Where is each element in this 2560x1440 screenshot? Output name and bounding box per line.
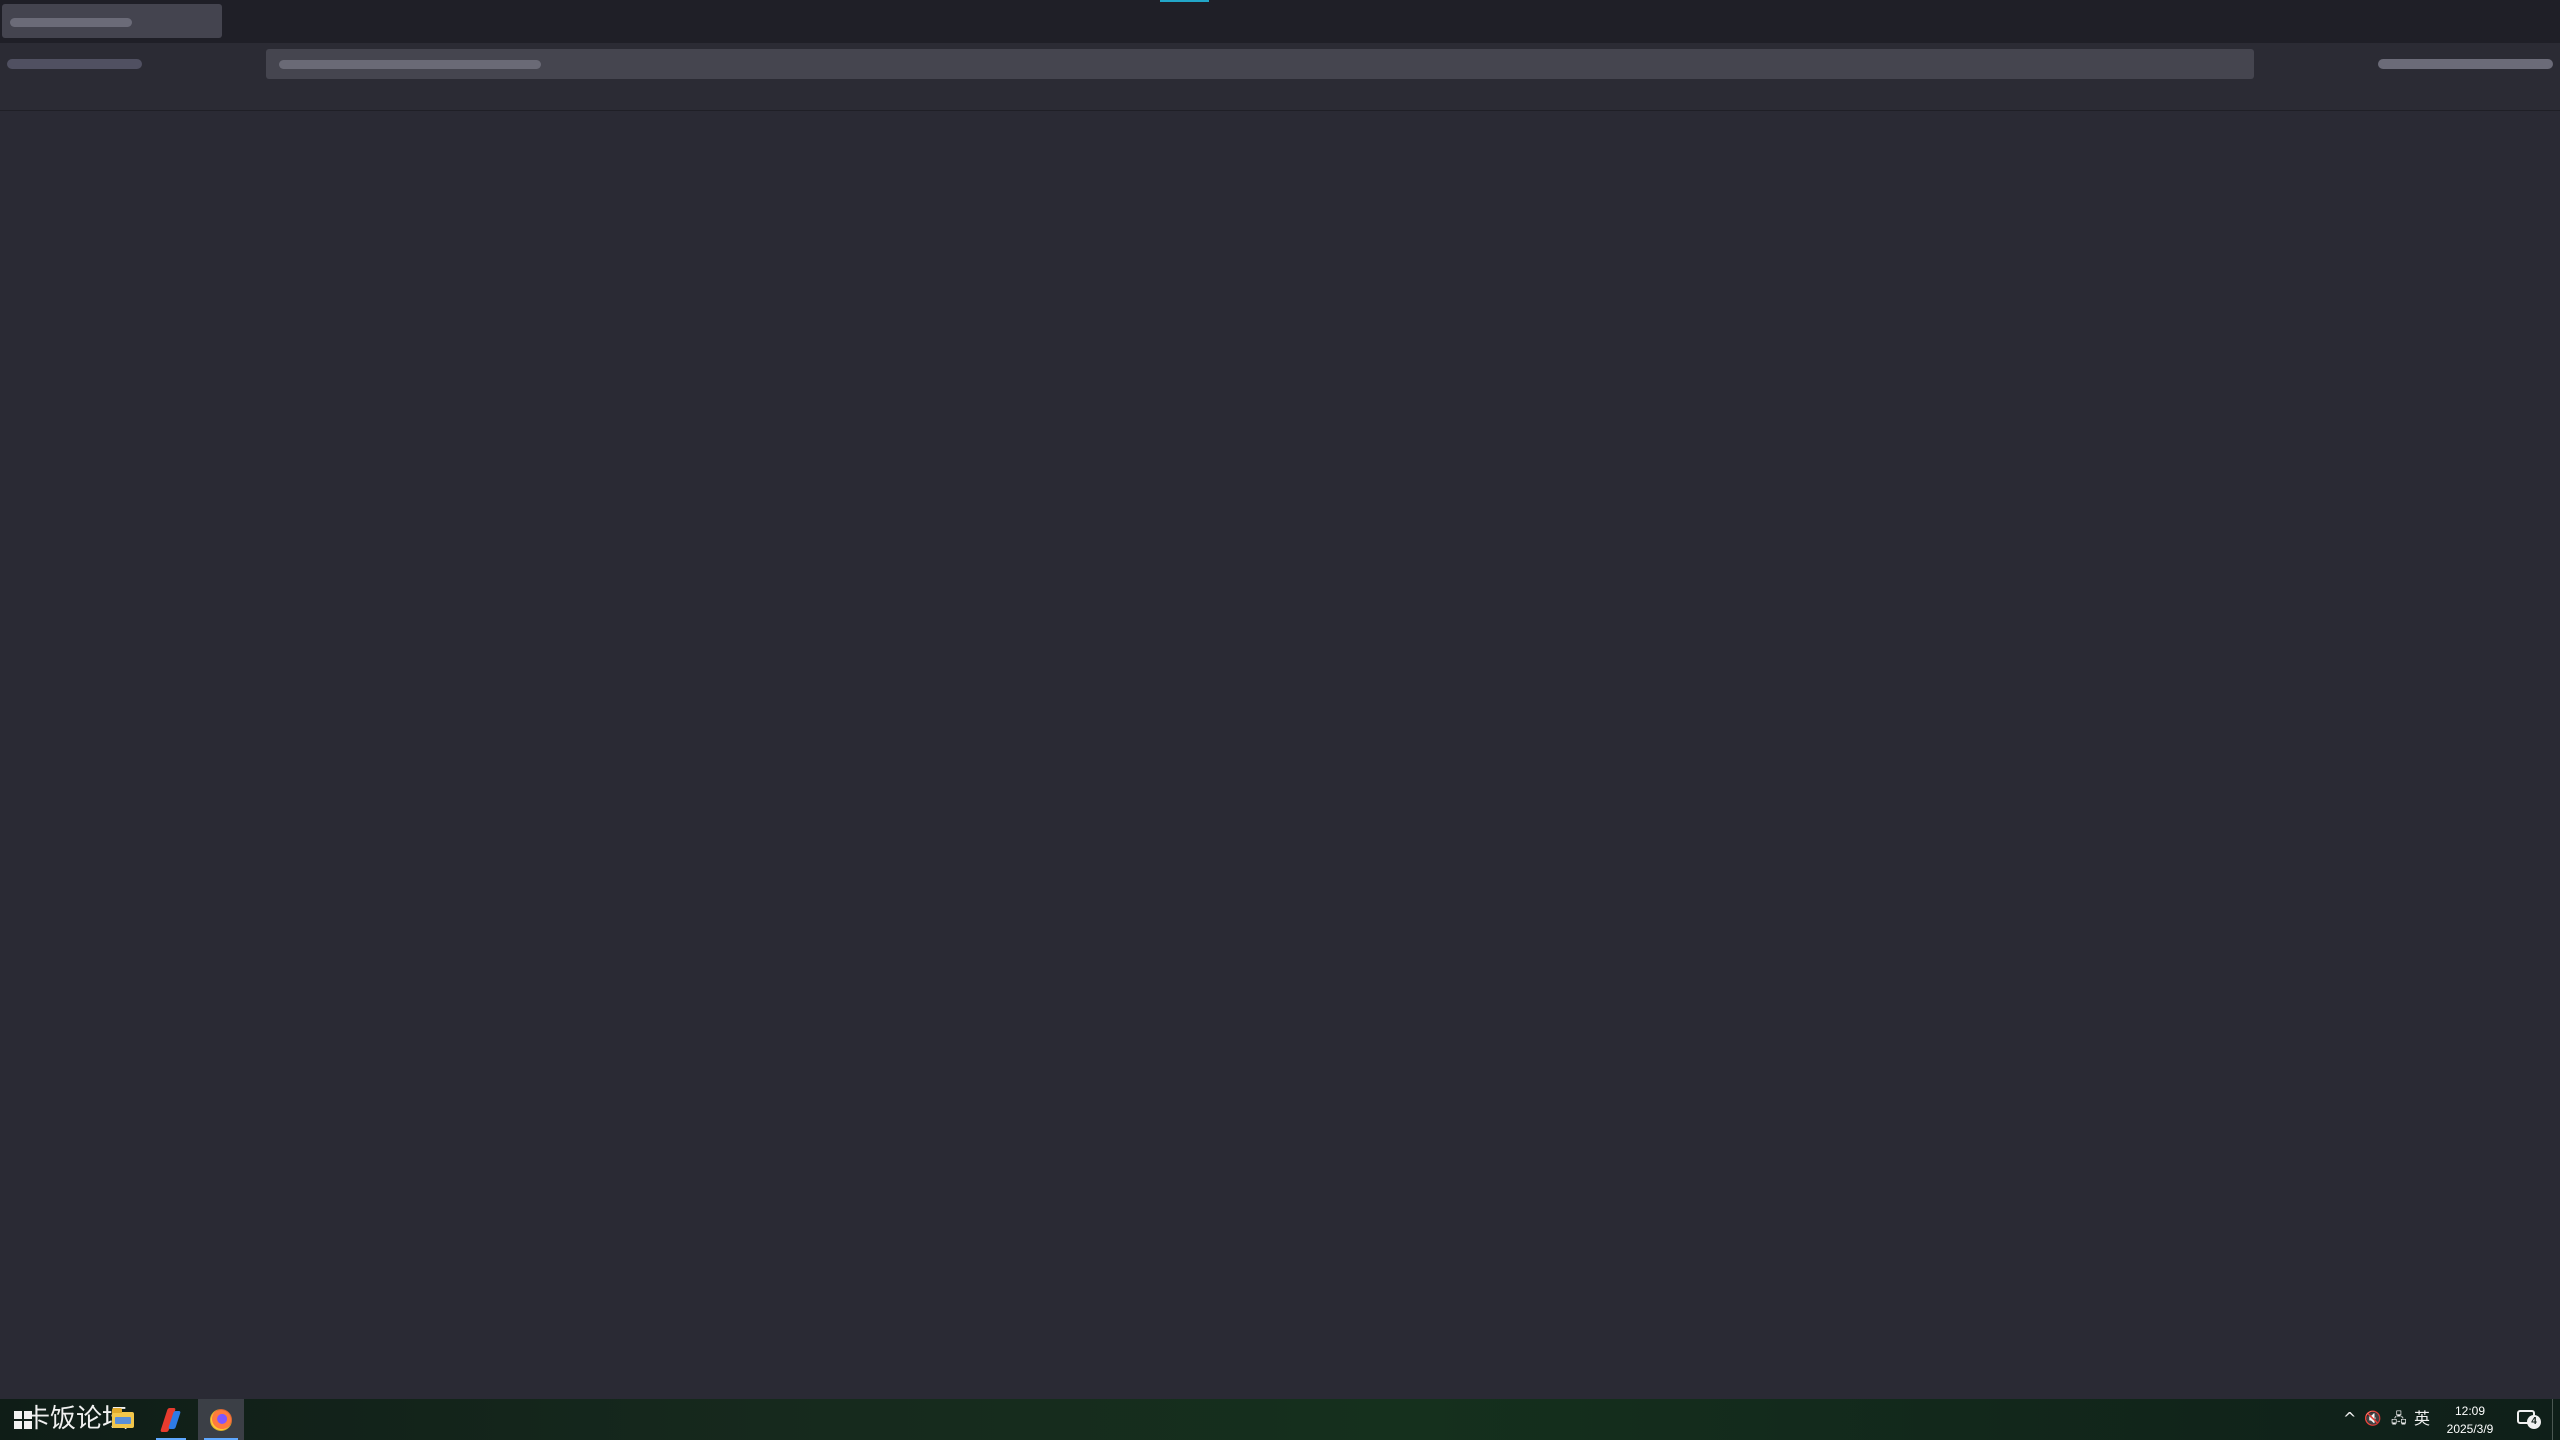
- tab-title-loading-placeholder: [10, 18, 132, 27]
- system-clock[interactable]: 12:09 2025/3/9: [2440, 1402, 2500, 1438]
- tab-loading-indicator: [1160, 0, 1209, 2]
- address-bar-loading-placeholder: [279, 60, 541, 69]
- browser-toolbar: [0, 43, 2560, 111]
- notification-center-button[interactable]: 4: [2517, 1409, 2541, 1429]
- input-method-indicator[interactable]: 英: [2414, 1409, 2430, 1429]
- notification-count-badge: 4: [2527, 1415, 2541, 1429]
- taskbar-app-2[interactable]: [198, 1399, 244, 1440]
- browser-tab-active[interactable]: [2, 4, 222, 38]
- clock-date: 2025/3/9: [2446, 1422, 2494, 1436]
- taskbar-file-explorer[interactable]: [103, 1399, 143, 1440]
- show-hidden-icons-chevron-icon[interactable]: ^: [2343, 1409, 2356, 1429]
- toolbar-right-loading-placeholder: [2378, 59, 2553, 69]
- show-desktop-button[interactable]: [2552, 1399, 2560, 1440]
- browser-tab-strip: [0, 0, 2560, 43]
- toolbar-left-loading-placeholder: [7, 59, 142, 69]
- windows-taskbar: 卡饭论坛 ^ 🔇 🖧 英 12:09 2025/3/9 4: [0, 1399, 2560, 1440]
- volume-muted-icon[interactable]: 🔇: [2364, 1409, 2381, 1429]
- folder-icon: [112, 1407, 134, 1428]
- browser-icon: [210, 1408, 232, 1431]
- address-bar[interactable]: [266, 49, 2254, 79]
- taskbar-app-1[interactable]: [150, 1399, 192, 1440]
- screen: 卡饭论坛 ^ 🔇 🖧 英 12:09 2025/3/9 4: [0, 0, 2560, 1440]
- clock-time: 12:09: [2454, 1404, 2486, 1418]
- page-content-area: [0, 111, 2560, 1399]
- bolt-icon: [162, 1408, 180, 1432]
- network-icon[interactable]: 🖧: [2391, 1409, 2407, 1429]
